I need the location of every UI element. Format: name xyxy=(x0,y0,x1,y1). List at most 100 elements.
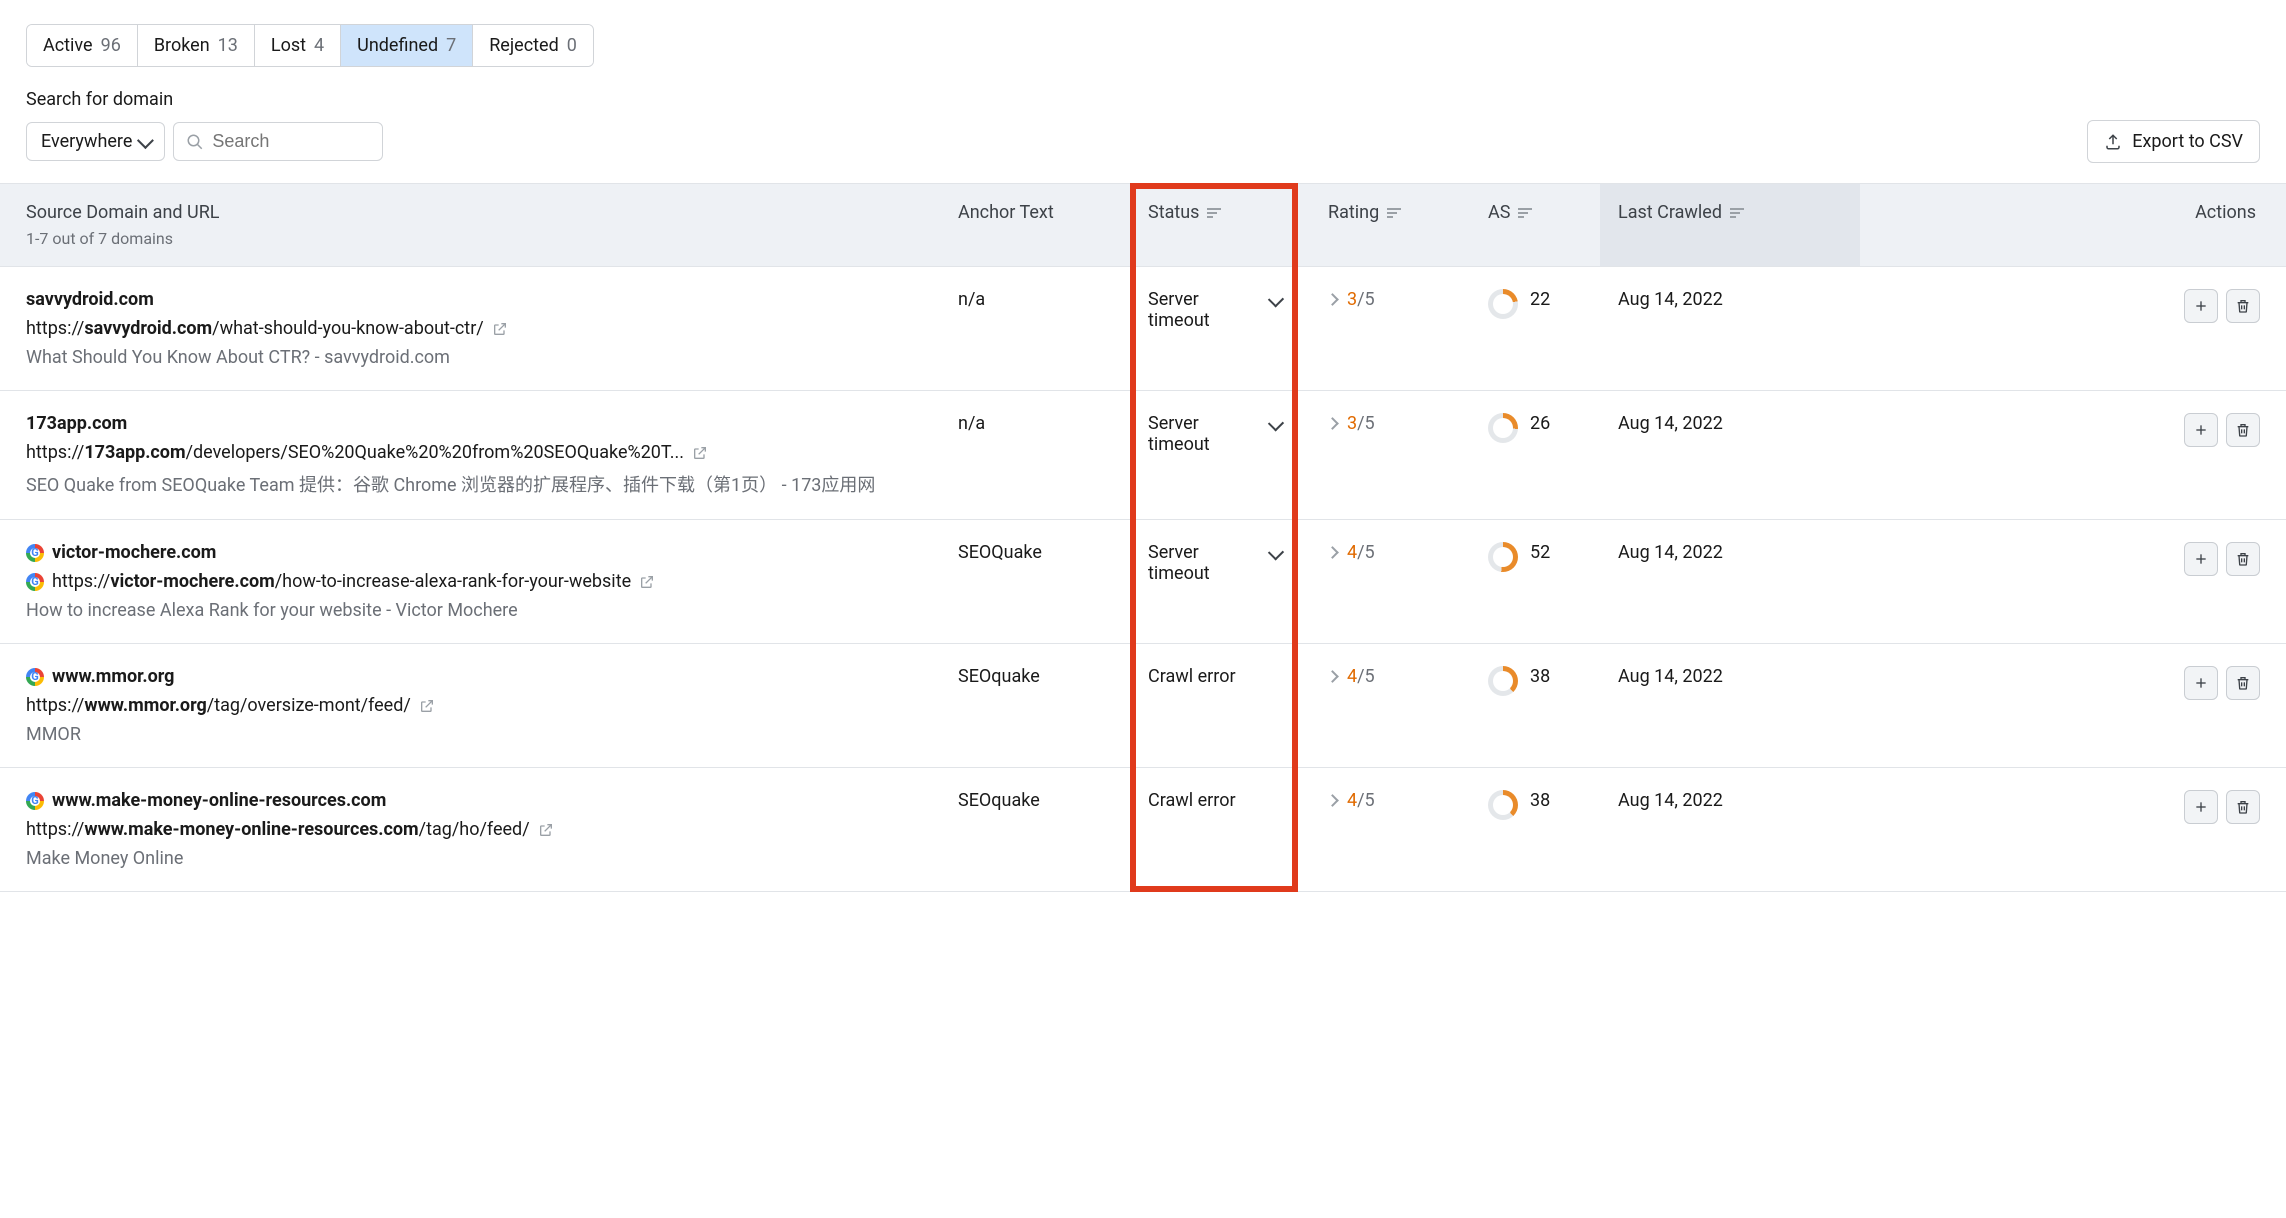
cell-rating[interactable]: 4/5 xyxy=(1310,542,1470,621)
add-button[interactable] xyxy=(2184,542,2218,576)
table-row: 173app.com https://173app.com/developers… xyxy=(0,391,2286,520)
add-button[interactable] xyxy=(2184,790,2218,824)
as-value: 22 xyxy=(1530,289,1550,310)
domain-line: savvydroid.com xyxy=(26,289,922,310)
tab-label: Rejected xyxy=(489,35,559,56)
chevron-right-icon xyxy=(1326,546,1339,559)
tab-count: 96 xyxy=(101,35,121,56)
cell-actions xyxy=(1860,289,2286,368)
rating-current: 3 xyxy=(1347,289,1357,310)
as-value: 52 xyxy=(1530,542,1550,563)
delete-button[interactable] xyxy=(2226,666,2260,700)
search-label: Search for domain xyxy=(26,89,2286,110)
chevron-right-icon xyxy=(1326,293,1339,306)
cell-status[interactable]: Server timeout xyxy=(1130,289,1310,368)
tab-broken[interactable]: Broken13 xyxy=(138,25,255,66)
export-csv-button[interactable]: Export to CSV xyxy=(2087,120,2260,163)
tab-rejected[interactable]: Rejected0 xyxy=(473,25,593,66)
delete-button[interactable] xyxy=(2226,790,2260,824)
tab-active[interactable]: Active96 xyxy=(27,25,138,66)
add-button[interactable] xyxy=(2184,289,2218,323)
tab-label: Lost xyxy=(271,35,306,56)
favicon-icon xyxy=(26,544,44,562)
cell-rating[interactable]: 4/5 xyxy=(1310,790,1470,869)
url-line: https://173app.com/developers/SEO%20Quak… xyxy=(26,442,922,463)
source-url[interactable]: https://173app.com/developers/SEO%20Quak… xyxy=(26,442,684,463)
url-line: https://www.mmor.org/tag/oversize-mont/f… xyxy=(26,695,922,716)
source-url[interactable]: https://victor-mochere.com/how-to-increa… xyxy=(52,571,631,592)
cell-as: 22 xyxy=(1470,289,1600,368)
source-domain[interactable]: 173app.com xyxy=(26,413,127,434)
tab-count: 7 xyxy=(446,35,456,56)
status-value: Crawl error xyxy=(1148,666,1236,687)
cell-rating[interactable]: 3/5 xyxy=(1310,289,1470,368)
cell-status[interactable]: Crawl error xyxy=(1130,666,1310,745)
source-url[interactable]: https://www.make-money-online-resources.… xyxy=(26,819,530,840)
add-button[interactable] xyxy=(2184,413,2218,447)
cell-status[interactable]: Server timeout xyxy=(1130,413,1310,497)
column-anchor[interactable]: Anchor Text xyxy=(940,184,1130,266)
cell-last-crawled: Aug 14, 2022 xyxy=(1600,289,1860,368)
chevron-right-icon xyxy=(1326,794,1339,807)
external-link-icon[interactable] xyxy=(639,574,655,590)
add-button[interactable] xyxy=(2184,666,2218,700)
delete-button[interactable] xyxy=(2226,289,2260,323)
column-source[interactable]: Source Domain and URL 1-7 out of 7 domai… xyxy=(0,184,940,266)
tab-lost[interactable]: Lost4 xyxy=(255,25,341,66)
cell-rating[interactable]: 4/5 xyxy=(1310,666,1470,745)
status-tabs: Active96Broken13Lost4Undefined7Rejected0 xyxy=(26,24,594,67)
source-domain[interactable]: savvydroid.com xyxy=(26,289,154,310)
chevron-down-icon[interactable] xyxy=(1267,291,1284,308)
tab-undefined[interactable]: Undefined7 xyxy=(341,25,473,66)
cell-rating[interactable]: 3/5 xyxy=(1310,413,1470,497)
search-scope-dropdown[interactable]: Everywhere xyxy=(26,122,165,161)
cell-anchor: SEOquake xyxy=(940,666,1130,745)
plus-icon xyxy=(2193,799,2209,815)
cell-status[interactable]: Crawl error xyxy=(1130,790,1310,869)
source-domain[interactable]: www.make-money-online-resources.com xyxy=(52,790,386,811)
column-last-crawled[interactable]: Last Crawled xyxy=(1600,184,1860,266)
search-row: Everywhere Export to CSV xyxy=(26,120,2260,163)
url-line: https://www.make-money-online-resources.… xyxy=(26,819,922,840)
column-actions: Actions xyxy=(1860,184,2286,266)
as-value: 38 xyxy=(1530,790,1550,811)
source-url[interactable]: https://savvydroid.com/what-should-you-k… xyxy=(26,318,484,339)
chevron-right-icon xyxy=(1326,417,1339,430)
chevron-down-icon[interactable] xyxy=(1267,544,1284,561)
chevron-down-icon[interactable] xyxy=(1267,415,1284,432)
column-status[interactable]: Status xyxy=(1130,184,1310,266)
table: Source Domain and URL 1-7 out of 7 domai… xyxy=(0,183,2286,892)
search-input[interactable] xyxy=(212,131,370,152)
trash-icon xyxy=(2235,675,2251,691)
source-page-title: How to increase Alexa Rank for your webs… xyxy=(26,600,922,621)
source-domain[interactable]: www.mmor.org xyxy=(52,666,174,687)
delete-button[interactable] xyxy=(2226,413,2260,447)
external-link-icon[interactable] xyxy=(538,822,554,838)
external-link-icon[interactable] xyxy=(419,698,435,714)
external-link-icon[interactable] xyxy=(692,445,708,461)
column-rating-label: Rating xyxy=(1328,202,1379,223)
cell-source: www.make-money-online-resources.com http… xyxy=(0,790,940,869)
trash-icon xyxy=(2235,422,2251,438)
delete-button[interactable] xyxy=(2226,542,2260,576)
cell-status[interactable]: Server timeout xyxy=(1130,542,1310,621)
rating-total: /5 xyxy=(1357,790,1375,811)
export-csv-label: Export to CSV xyxy=(2132,131,2243,152)
domain-line: 173app.com xyxy=(26,413,922,434)
column-as[interactable]: AS xyxy=(1470,184,1600,266)
table-row: savvydroid.com https://savvydroid.com/wh… xyxy=(0,267,2286,391)
column-status-label: Status xyxy=(1148,202,1199,223)
source-page-title: What Should You Know About CTR? - savvyd… xyxy=(26,347,922,368)
sort-icon xyxy=(1518,208,1532,218)
source-url[interactable]: https://www.mmor.org/tag/oversize-mont/f… xyxy=(26,695,411,716)
source-domain[interactable]: victor-mochere.com xyxy=(52,542,216,563)
trash-icon xyxy=(2235,799,2251,815)
external-link-icon[interactable] xyxy=(492,321,508,337)
column-as-label: AS xyxy=(1488,202,1510,223)
rating-total: /5 xyxy=(1357,542,1375,563)
rating-total: /5 xyxy=(1357,666,1375,687)
favicon-icon xyxy=(26,573,44,591)
table-row: victor-mochere.com https://victor-mocher… xyxy=(0,520,2286,644)
url-line: https://victor-mochere.com/how-to-increa… xyxy=(26,571,922,592)
column-rating[interactable]: Rating xyxy=(1310,184,1470,266)
